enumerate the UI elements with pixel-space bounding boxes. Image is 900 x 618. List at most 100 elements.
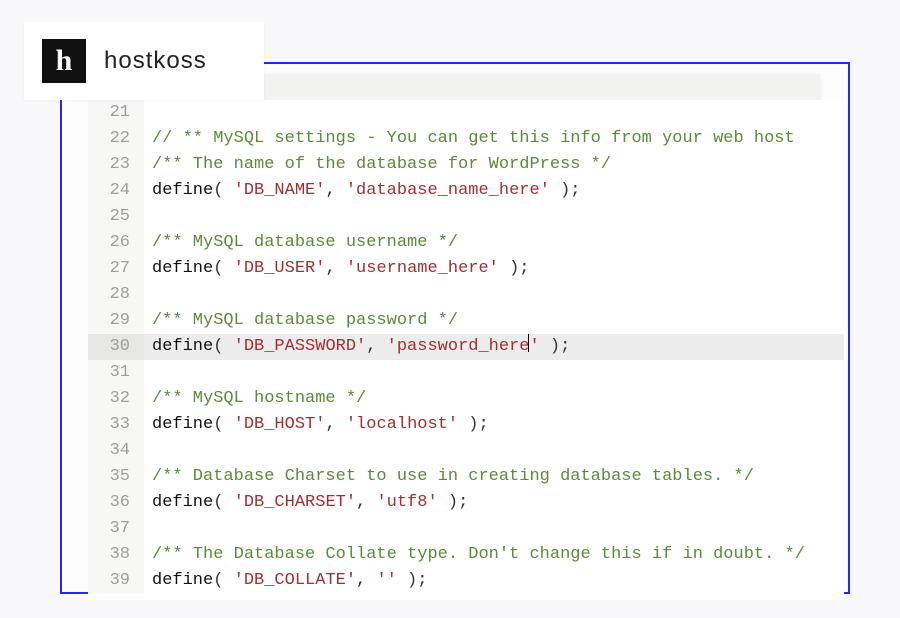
line-content[interactable]: define( 'DB_CHARSET', 'utf8' ); <box>144 490 844 516</box>
token-punct: ); <box>458 415 489 434</box>
line-number: 32 <box>88 386 144 412</box>
line-content[interactable]: define( 'DB_COLLATE', '' ); <box>144 568 844 594</box>
token-string: ' <box>529 337 539 356</box>
line-content[interactable]: /** Database Charset to use in creating … <box>144 464 844 490</box>
line-content[interactable]: /** The Database Collate type. Don't cha… <box>144 542 844 568</box>
code-line[interactable]: 36define( 'DB_CHARSET', 'utf8' ); <box>88 490 844 516</box>
line-number: 25 <box>88 204 144 230</box>
line-content[interactable]: /** MySQL hostname */ <box>144 386 844 412</box>
line-number: 33 <box>88 412 144 438</box>
token-string: 'DB_USER' <box>234 259 326 278</box>
code-line[interactable]: 30define( 'DB_PASSWORD', 'password_here'… <box>88 334 844 360</box>
code-line[interactable]: 33define( 'DB_HOST', 'localhost' ); <box>88 412 844 438</box>
token-comment: /** The name of the database for WordPre… <box>152 155 611 174</box>
token-comment: // ** MySQL settings - You can get this … <box>152 129 805 148</box>
code-line[interactable]: 32/** MySQL hostname */ <box>88 386 844 412</box>
token-punct: ( <box>213 493 233 512</box>
token-func: define <box>152 493 213 512</box>
token-punct: ( <box>213 181 233 200</box>
code-line[interactable]: 37 <box>88 516 844 542</box>
brand-card: h hostkoss <box>24 22 264 100</box>
token-punct: ( <box>213 571 233 590</box>
code-line[interactable]: 27define( 'DB_USER', 'username_here' ); <box>88 256 844 282</box>
line-number: 37 <box>88 516 144 542</box>
code-line[interactable]: 39define( 'DB_COLLATE', '' ); <box>88 568 844 594</box>
token-string: 'DB_COLLATE' <box>234 571 356 590</box>
token-punct: ); <box>499 259 530 278</box>
token-string: 'username_here' <box>346 259 499 278</box>
token-punct: , <box>356 493 376 512</box>
token-punct: , <box>325 259 345 278</box>
line-number: 31 <box>88 360 144 386</box>
token-punct: ); <box>397 571 428 590</box>
token-punct: ); <box>540 337 571 356</box>
token-func: define <box>152 181 213 200</box>
line-content[interactable]: /** MySQL database password */ <box>144 308 844 334</box>
brand-name: hostkoss <box>104 47 207 75</box>
line-content[interactable] <box>144 360 844 386</box>
code-line[interactable]: 23 /** The name of the database for WordP… <box>88 152 844 178</box>
line-content[interactable]: /** The name of the database for WordPre… <box>144 152 844 178</box>
line-number: 34 <box>88 438 144 464</box>
line-content[interactable] <box>144 100 844 126</box>
line-content[interactable] <box>144 282 844 308</box>
token-string: 'DB_CHARSET' <box>234 493 356 512</box>
token-string: 'database_name_here' <box>346 181 550 200</box>
token-func: define <box>152 337 213 356</box>
code-line[interactable]: 22 // ** MySQL settings - You can get thi… <box>88 126 844 152</box>
token-punct: ); <box>438 493 469 512</box>
token-string: 'DB_PASSWORD' <box>234 337 367 356</box>
token-punct: , <box>325 415 345 434</box>
line-number: 30 <box>88 334 144 360</box>
code-line[interactable]: 35 /** Database Charset to use in creatin… <box>88 464 844 490</box>
code-line[interactable]: 29/** MySQL database password */ <box>88 308 844 334</box>
line-number: 35 <box>88 464 144 490</box>
code-line[interactable]: 38 /** The Database Collate type. Don't c… <box>88 542 844 568</box>
token-func: define <box>152 415 213 434</box>
token-string: 'DB_HOST' <box>234 415 326 434</box>
line-content[interactable] <box>144 438 844 464</box>
line-number: 36 <box>88 490 144 516</box>
token-comment: /** MySQL database password */ <box>152 311 458 330</box>
code-line[interactable]: 26 /** MySQL database username */ <box>88 230 844 256</box>
token-func: define <box>152 259 213 278</box>
line-content[interactable]: // ** MySQL settings - You can get this … <box>144 126 844 152</box>
line-content[interactable]: define( 'DB_USER', 'username_here' ); <box>144 256 844 282</box>
token-string: 'localhost' <box>346 415 458 434</box>
code-line[interactable]: 28 <box>88 282 844 308</box>
code-editor[interactable]: 2122 // ** MySQL settings - You can get t… <box>88 100 844 600</box>
line-number: 38 <box>88 542 144 568</box>
line-number: 22 <box>88 126 144 152</box>
token-punct: ( <box>213 259 233 278</box>
token-comment: /** The Database Collate type. Don't cha… <box>152 545 805 564</box>
line-content[interactable]: /** MySQL database username */ <box>144 230 844 256</box>
token-string: 'DB_NAME' <box>234 181 326 200</box>
brand-logo: h <box>42 39 86 83</box>
token-func: define <box>152 571 213 590</box>
line-number: 21 <box>88 100 144 126</box>
line-number: 23 <box>88 152 144 178</box>
token-comment: /** Database Charset to use in creating … <box>152 467 754 486</box>
token-punct: ( <box>213 337 233 356</box>
line-content[interactable]: define( 'DB_PASSWORD', 'password_here' )… <box>144 334 844 360</box>
line-number: 24 <box>88 178 144 204</box>
line-number: 26 <box>88 230 144 256</box>
token-comment: /** MySQL database username */ <box>152 233 458 252</box>
token-string: 'utf8' <box>376 493 437 512</box>
brand-logo-letter: h <box>56 44 73 78</box>
code-line[interactable]: 34 <box>88 438 844 464</box>
line-content[interactable]: define( 'DB_NAME', 'database_name_here' … <box>144 178 844 204</box>
code-line[interactable]: 25 <box>88 204 844 230</box>
token-punct: ); <box>550 181 581 200</box>
line-content[interactable] <box>144 516 844 542</box>
code-line[interactable]: 21 <box>88 100 844 126</box>
code-line[interactable]: 24define( 'DB_NAME', 'database_name_here… <box>88 178 844 204</box>
line-number: 39 <box>88 568 144 594</box>
token-punct: ( <box>213 415 233 434</box>
line-content[interactable]: define( 'DB_HOST', 'localhost' ); <box>144 412 844 438</box>
line-number: 27 <box>88 256 144 282</box>
code-line[interactable]: 31 <box>88 360 844 386</box>
token-string: '' <box>376 571 396 590</box>
token-string: 'password_here <box>387 337 530 356</box>
line-content[interactable] <box>144 204 844 230</box>
